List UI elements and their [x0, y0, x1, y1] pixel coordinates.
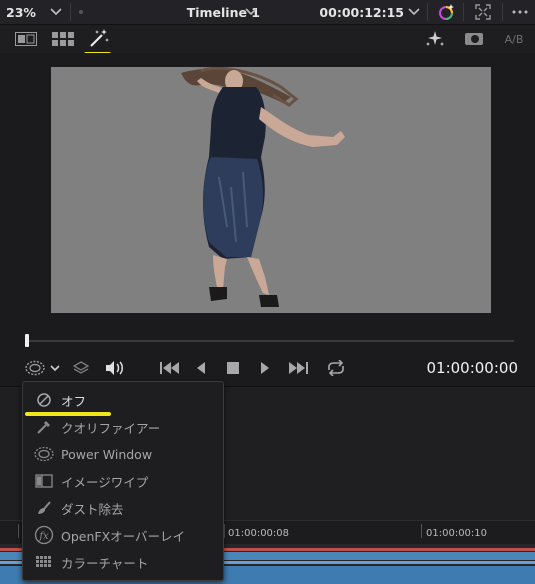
menu-item-label: オフ: [61, 393, 87, 409]
viewer-header-bar: 23% Timeline 1 00:00:12:15: [0, 0, 535, 25]
layers-icon[interactable]: [70, 358, 92, 378]
menu-item-label: カラーチャート: [61, 555, 149, 571]
menu-item-label: ダスト除去: [61, 501, 124, 517]
fullscreen-icon[interactable]: [470, 0, 496, 24]
off-icon: [33, 389, 55, 411]
divider: [502, 3, 503, 21]
menu-item-power-window[interactable]: Power Window: [23, 441, 223, 467]
menu-item-label: クオリファイアー: [61, 420, 161, 436]
ab-compare-button[interactable]: A/B: [500, 29, 528, 49]
overlay-mode-menu: オフ クオリファイアー Power Window イメージワイプ ダスト除去 f…: [22, 381, 224, 581]
more-options-icon[interactable]: [508, 0, 532, 24]
grid-view-icon[interactable]: [51, 29, 75, 49]
menu-item-image-wipe[interactable]: イメージワイプ: [23, 468, 223, 494]
playhead-handle[interactable]: [25, 334, 29, 347]
menu-item-label: OpenFXオーバーレイ: [61, 528, 186, 544]
overlay-mode-icon[interactable]: [24, 359, 46, 377]
menu-item-off[interactable]: オフ: [23, 387, 223, 413]
menu-item-openfx-overlay[interactable]: fx OpenFXオーバーレイ: [23, 522, 223, 548]
playhead-timecode: 01:00:00:00: [426, 359, 518, 377]
skip-to-end-icon[interactable]: [286, 360, 310, 376]
zoom-chevron-down-icon[interactable]: [46, 0, 66, 24]
highlight-mode-icon[interactable]: [462, 29, 486, 49]
timeline-chevron-down-icon[interactable]: [243, 0, 259, 24]
menu-item-label: イメージワイプ: [61, 474, 149, 490]
step-back-icon[interactable]: [193, 360, 209, 376]
color-wheel-sparkle-icon[interactable]: [433, 0, 459, 24]
loop-icon[interactable]: [323, 358, 349, 378]
dot-icon: [77, 0, 85, 24]
eyedropper-icon: [33, 416, 55, 438]
svg-text:fx: fx: [38, 531, 49, 542]
color-chart-icon: [33, 551, 55, 573]
ruler-label: 01:00:00:10: [426, 528, 488, 539]
zoom-level[interactable]: 23%: [6, 0, 44, 24]
video-frame[interactable]: [51, 67, 491, 313]
ruler-label: 01:00:00:08: [228, 528, 290, 539]
timecode-chevron-down-icon[interactable]: [406, 0, 422, 24]
dancer-silhouette-image: [181, 67, 345, 307]
play-icon[interactable]: [257, 360, 273, 376]
ruler-tick: [421, 524, 422, 538]
overlay-chevron-down-icon[interactable]: [47, 362, 63, 374]
scrubber-track[interactable]: [28, 340, 514, 342]
ruler-tick: [224, 524, 225, 538]
divider: [463, 3, 464, 21]
skip-to-start-icon[interactable]: [158, 360, 182, 376]
split-view-icon[interactable]: [14, 29, 38, 49]
power-window-icon: [33, 443, 55, 465]
menu-item-color-chart[interactable]: カラーチャート: [23, 549, 223, 575]
sparkle-effects-icon[interactable]: [423, 28, 447, 50]
volume-icon[interactable]: [103, 358, 125, 378]
divider: [70, 3, 71, 21]
menu-item-qualifier[interactable]: クオリファイアー: [23, 414, 223, 440]
divider: [427, 3, 428, 21]
source-timecode: 00:00:12:15: [319, 4, 404, 20]
viewer-toolbar: A/B: [0, 25, 535, 56]
fx-icon: fx: [33, 524, 55, 546]
stop-icon[interactable]: [225, 360, 241, 376]
image-wipe-icon: [33, 470, 55, 492]
brush-icon: [33, 497, 55, 519]
menu-item-label: Power Window: [61, 446, 153, 462]
magic-wand-icon[interactable]: [86, 27, 112, 49]
ruler-tick: [18, 524, 19, 538]
menu-item-dust-removal[interactable]: ダスト除去: [23, 495, 223, 521]
